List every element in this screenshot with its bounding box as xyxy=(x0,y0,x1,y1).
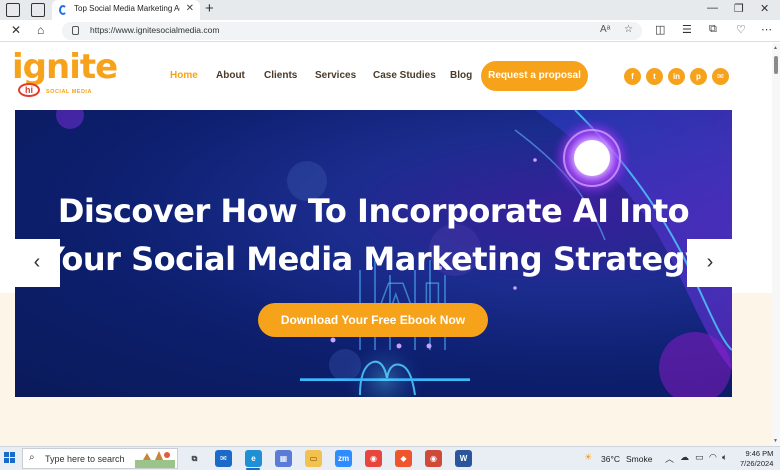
lock-icon[interactable] xyxy=(72,26,79,35)
web-page: ignite hi SOCIAL MEDIA Home About Client… xyxy=(0,43,780,446)
scroll-up-icon[interactable]: ▲ xyxy=(773,45,778,51)
battery-icon[interactable]: ▭ xyxy=(695,452,704,463)
loading-favicon-icon xyxy=(59,5,67,15)
read-aloud-icon[interactable]: Aᵃ xyxy=(600,24,610,35)
browser-tab[interactable]: Top Social Media Marketing Age ✕ xyxy=(52,0,200,20)
ignite-logo[interactable]: ignite hi SOCIAL MEDIA xyxy=(12,47,118,101)
brave-app-icon[interactable]: ◆ xyxy=(395,450,412,467)
scroll-down-icon[interactable]: ▼ xyxy=(773,438,778,444)
mail-app-icon[interactable]: ✉ xyxy=(215,450,232,467)
windows-start-icon[interactable] xyxy=(4,452,16,464)
split-screen-icon[interactable]: ◫ xyxy=(655,23,665,36)
stop-loading-icon[interactable]: ✕ xyxy=(11,23,21,37)
clock-date: 7/26/2024 xyxy=(740,459,774,468)
window-close-icon[interactable]: ✕ xyxy=(760,2,769,15)
download-ebook-button[interactable]: Download Your Free Ebook Now xyxy=(258,303,488,337)
collections-icon[interactable]: ⧉ xyxy=(709,23,717,36)
nav-case-studies[interactable]: Case Studies xyxy=(373,70,436,81)
request-proposal-button[interactable]: Request a proposal xyxy=(481,61,588,91)
store-app-icon[interactable]: ▦ xyxy=(275,450,292,467)
twitter-icon[interactable]: t xyxy=(646,68,663,85)
pinterest-icon[interactable]: p xyxy=(690,68,707,85)
slider-next-arrow-icon[interactable]: › xyxy=(687,239,733,287)
logo-tagline: SOCIAL MEDIA xyxy=(46,89,92,95)
url-text[interactable]: https://www.ignitesocialmedia.com xyxy=(90,25,219,35)
address-bar[interactable]: https://www.ignitesocialmedia.com Aᵃ ☆ xyxy=(62,22,642,40)
weather-desc[interactable]: Smoke xyxy=(626,454,652,464)
clock-time: 9:46 PM xyxy=(745,449,774,458)
show-hidden-icons-icon[interactable]: ︿ xyxy=(665,452,674,465)
new-tab-icon[interactable]: + xyxy=(205,0,214,17)
favorite-star-icon[interactable]: ☆ xyxy=(624,24,633,35)
edge-app-icon[interactable]: e xyxy=(245,450,262,467)
minimize-icon[interactable]: — xyxy=(707,2,718,14)
windows-taskbar: ⌕ Type here to search ⧉ ✉ e ▦ ▭ zm ◉ ◆ ◉… xyxy=(0,446,780,470)
search-icon: ⌕ xyxy=(29,452,35,463)
favorites-icon[interactable]: ☰ xyxy=(682,23,692,36)
zoom-app-icon[interactable]: zm xyxy=(335,450,352,467)
taskbar-clock[interactable]: 9:46 PM 7/26/2024 xyxy=(740,449,773,469)
browser-essentials-icon[interactable]: ♡ xyxy=(736,23,746,36)
hero-headline-line-1: Discover How To Incorporate AI Into xyxy=(57,192,690,230)
cloud-icon[interactable]: ☁ xyxy=(680,452,689,463)
tab-title: Top Social Media Marketing Age xyxy=(74,4,180,13)
file-explorer-icon[interactable]: ▭ xyxy=(305,450,322,467)
search-placeholder: Type here to search xyxy=(45,454,125,464)
tab-close-icon[interactable]: ✕ xyxy=(186,3,194,14)
more-menu-icon[interactable]: ⋯ xyxy=(761,23,772,36)
word-app-icon[interactable]: W xyxy=(455,450,472,467)
search-highlight-icon xyxy=(135,451,175,468)
restore-icon[interactable]: ❐ xyxy=(734,2,744,15)
wifi-icon[interactable]: ◠ xyxy=(709,452,717,463)
hero-banner[interactable]: AI Discover How To Incorporate AI Into Y… xyxy=(15,110,732,397)
email-icon[interactable]: ✉ xyxy=(712,68,729,85)
chrome-profile-icon[interactable]: ◉ xyxy=(425,450,442,467)
linkedin-icon[interactable]: in xyxy=(668,68,685,85)
facebook-icon[interactable]: f xyxy=(624,68,641,85)
task-view-icon[interactable]: ⧉ xyxy=(186,450,203,467)
weather-icon[interactable]: ☀ xyxy=(584,452,592,463)
nav-services[interactable]: Services xyxy=(315,70,356,81)
tab-actions-icon[interactable] xyxy=(31,3,45,17)
nav-about[interactable]: About xyxy=(216,70,245,81)
slider-prev-arrow-icon[interactable]: ‹ xyxy=(14,239,60,287)
nav-clients[interactable]: Clients xyxy=(264,70,297,81)
nav-home[interactable]: Home xyxy=(170,70,198,81)
workspaces-icon[interactable] xyxy=(6,3,20,17)
hero-headline: Discover How To Incorporate AI Into Your… xyxy=(15,187,732,283)
hero-headline-line-2: Your Social Media Marketing Strategy xyxy=(41,240,706,278)
home-icon[interactable]: ⌂ xyxy=(37,23,44,37)
scrollbar-thumb[interactable] xyxy=(774,56,778,74)
volume-icon[interactable]: 🔈︎ xyxy=(722,452,727,463)
browser-tab-strip: Top Social Media Marketing Age ✕ + — ❐ ✕ xyxy=(0,0,780,20)
logo-wordmark: ignite xyxy=(12,47,118,87)
weather-temp[interactable]: 36°C xyxy=(601,454,620,464)
taskbar-search-box[interactable]: ⌕ Type here to search xyxy=(22,448,178,469)
address-bar-row: ✕ ⌂ https://www.ignitesocialmedia.com Aᵃ… xyxy=(0,20,780,42)
logo-badge: hi xyxy=(18,83,40,97)
page-scrollbar[interactable] xyxy=(772,43,780,446)
chrome-app-icon[interactable]: ◉ xyxy=(365,450,382,467)
nav-blog[interactable]: Blog xyxy=(450,70,472,81)
